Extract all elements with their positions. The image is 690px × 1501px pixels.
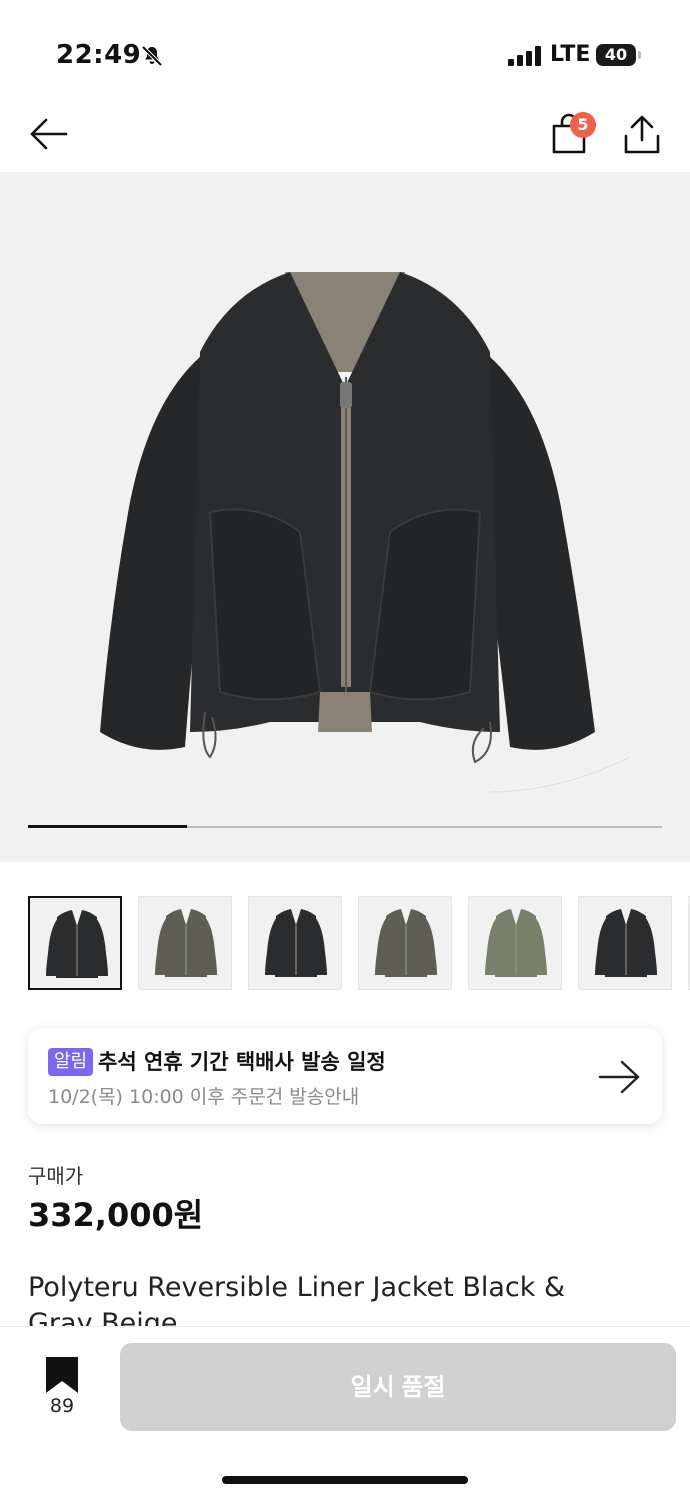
notice-badge: 알림	[48, 1048, 94, 1076]
thumbnail-image	[265, 909, 327, 977]
thumbnail-image	[485, 909, 547, 977]
gallery-progress-track	[28, 825, 662, 828]
product-image-gallery[interactable]	[0, 172, 690, 862]
home-indicator	[222, 1476, 468, 1484]
thumbnail-strip[interactable]	[28, 896, 690, 992]
price-label: 구매가	[28, 1164, 84, 1188]
network-type: LTE	[550, 42, 591, 67]
bottom-action-bar: 89 일시 품절	[0, 1326, 690, 1501]
thumbnail-image	[155, 909, 217, 977]
signal-icon	[508, 46, 541, 66]
status-time: 22:49	[56, 40, 142, 70]
notice-subtitle: 10/2(목) 10:00 이후 주문건 발송안내	[48, 1086, 360, 1108]
thumbnail-image	[46, 910, 108, 978]
cart-count-badge: 5	[570, 112, 596, 138]
thumb-2[interactable]	[138, 896, 232, 990]
thumb-4[interactable]	[358, 896, 452, 990]
thumb-3[interactable]	[248, 896, 342, 990]
battery-icon: 40	[596, 44, 642, 68]
thumb-6[interactable]	[578, 896, 672, 990]
thumbnail-image	[375, 909, 437, 977]
bell-off-icon	[141, 45, 163, 67]
soldout-button[interactable]: 일시 품절	[120, 1343, 676, 1431]
battery-level: 40	[604, 45, 628, 64]
product-image	[100, 272, 631, 793]
notice-title: 추석 연휴 기간 택배사 발송 일정	[98, 1050, 386, 1074]
arrow-right-icon[interactable]	[598, 1058, 642, 1096]
status-bar: 22:49 LTE 40	[0, 0, 690, 100]
share-icon[interactable]	[620, 114, 664, 156]
product-price: 332,000원	[28, 1196, 204, 1234]
gallery-progress-fill	[28, 825, 187, 828]
thumbnail-image	[595, 909, 657, 977]
bookmark-count: 89	[49, 1395, 75, 1417]
back-arrow-icon[interactable]	[26, 114, 70, 154]
notice-card[interactable]: 알림 추석 연휴 기간 택배사 발송 일정 10/2(목) 10:00 이후 주…	[28, 1028, 662, 1124]
thumb-5[interactable]	[468, 896, 562, 990]
bookmark-icon[interactable]	[44, 1357, 80, 1393]
product-name: Polyteru Reversible Liner Jacket Black &…	[28, 1272, 566, 1326]
thumb-1[interactable]	[28, 896, 122, 990]
